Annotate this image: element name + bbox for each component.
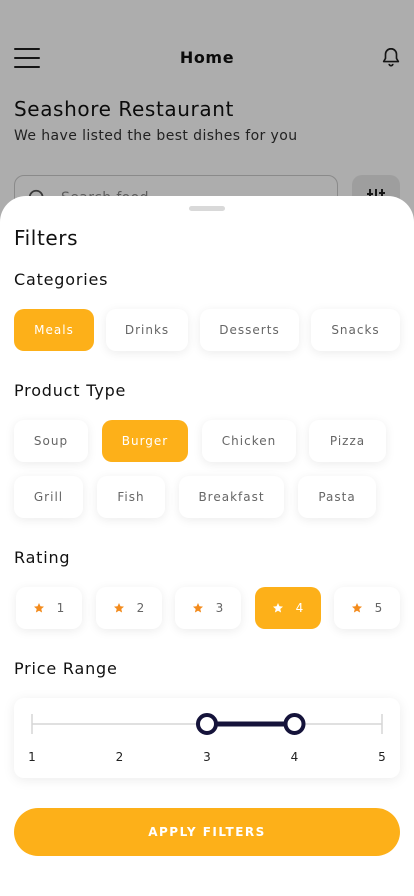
rating-chip-1[interactable]: 1 bbox=[16, 587, 82, 629]
price-range-label: Price Range bbox=[14, 659, 118, 678]
category-chip-meals[interactable]: Meals bbox=[14, 309, 94, 351]
filters-sheet: Filters Categories Meals Drinks Desserts… bbox=[0, 196, 414, 896]
rating-label: Rating bbox=[14, 548, 71, 567]
product-chip-fish[interactable]: Fish bbox=[97, 476, 165, 518]
product-type-label: Product Type bbox=[14, 381, 127, 400]
tick-label: 2 bbox=[115, 750, 124, 764]
drag-handle[interactable] bbox=[189, 206, 225, 211]
slider-handle-low[interactable] bbox=[196, 713, 218, 735]
rating-value: 4 bbox=[295, 601, 305, 615]
price-range-slider[interactable]: 1 2 3 4 5 bbox=[14, 698, 400, 778]
product-chip-breakfast[interactable]: Breakfast bbox=[179, 476, 284, 518]
category-chip-drinks[interactable]: Drinks bbox=[106, 309, 188, 351]
star-icon bbox=[113, 603, 124, 613]
category-chip-desserts[interactable]: Desserts bbox=[200, 309, 299, 351]
product-chip-pizza[interactable]: Pizza bbox=[309, 420, 386, 462]
apply-filters-button[interactable]: APPLY FILTERS bbox=[14, 808, 400, 856]
categories-label: Categories bbox=[14, 270, 109, 289]
tick-label: 5 bbox=[378, 750, 386, 764]
star-icon bbox=[272, 603, 283, 613]
price-slider-graphic bbox=[31, 713, 383, 735]
rating-chip-2[interactable]: 2 bbox=[96, 587, 162, 629]
slider-handle-high[interactable] bbox=[283, 713, 306, 735]
tick-label: 3 bbox=[203, 750, 211, 764]
star-icon bbox=[33, 603, 44, 613]
rating-value: 3 bbox=[215, 601, 225, 615]
tick-label: 4 bbox=[290, 750, 299, 764]
product-chip-chicken[interactable]: Chicken bbox=[202, 420, 296, 462]
rating-value: 1 bbox=[56, 601, 66, 615]
rating-chip-5[interactable]: 5 bbox=[334, 587, 400, 629]
rating-chip-3[interactable]: 3 bbox=[175, 587, 241, 629]
tick-label: 1 bbox=[28, 750, 36, 764]
star-icon bbox=[192, 603, 203, 613]
product-chip-burger[interactable]: Burger bbox=[102, 420, 188, 462]
rating-value: 5 bbox=[374, 601, 384, 615]
category-chip-snacks[interactable]: Snacks bbox=[311, 309, 400, 351]
rating-chip-4[interactable]: 4 bbox=[255, 587, 321, 629]
filters-title: Filters bbox=[14, 226, 79, 250]
product-chip-soup[interactable]: Soup bbox=[14, 420, 88, 462]
rating-value: 2 bbox=[136, 601, 146, 615]
product-chip-grill[interactable]: Grill bbox=[14, 476, 83, 518]
product-chip-pasta[interactable]: Pasta bbox=[298, 476, 376, 518]
star-icon bbox=[351, 603, 362, 613]
